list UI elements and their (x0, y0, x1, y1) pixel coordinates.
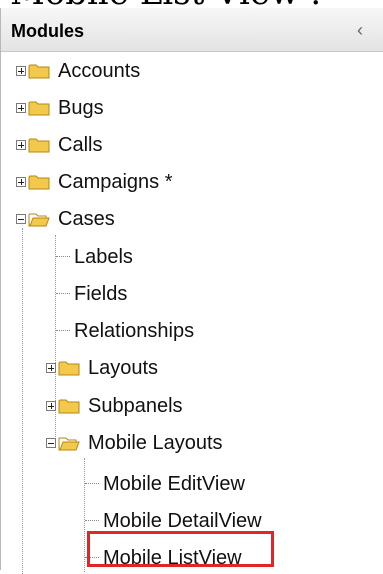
folder-icon (28, 175, 50, 190)
modules-panel: Modules ‹ Accounts Bugs Calls Campaigns … (0, 8, 383, 574)
tree-connector (85, 483, 99, 485)
tree-node-label: Accounts (58, 60, 141, 82)
tree-node-accounts[interactable]: Accounts (16, 56, 140, 86)
collapse-icon[interactable] (16, 214, 26, 224)
expand-icon[interactable] (46, 401, 56, 411)
highlight-box (87, 531, 274, 567)
tree-connector (85, 520, 99, 522)
tree-node-mobile-editview[interactable]: Mobile EditView (85, 469, 245, 499)
tree-node-fields[interactable]: Fields (56, 279, 127, 309)
tree-node-label: Subpanels (88, 395, 183, 417)
tree-node-mobile-layouts[interactable]: Mobile Layouts (46, 428, 223, 458)
expand-icon[interactable] (16, 103, 26, 113)
tree-node-label: Bugs (58, 97, 104, 119)
open-folder-icon (58, 437, 80, 451)
expand-icon[interactable] (16, 66, 26, 76)
folder-icon (28, 64, 50, 79)
expand-icon[interactable] (16, 177, 26, 187)
tree-node-label: Mobile Layouts (88, 432, 223, 454)
tree-node-labels[interactable]: Labels (56, 242, 133, 272)
tree-connector (56, 330, 70, 332)
tree-connector (56, 293, 70, 295)
folder-icon (28, 101, 50, 116)
tree-node-bugs[interactable]: Bugs (16, 93, 104, 123)
tree-node-label: Campaigns * (58, 171, 173, 193)
module-tree: Accounts Bugs Calls Campaigns * Cases La… (1, 8, 383, 574)
expand-icon[interactable] (16, 140, 26, 150)
collapse-icon[interactable] (46, 438, 56, 448)
tree-node-calls[interactable]: Calls (16, 130, 102, 160)
tree-node-label: Calls (58, 134, 103, 156)
tree-node-cases[interactable]: Cases (16, 204, 115, 234)
tree-node-layouts[interactable]: Layouts (46, 353, 158, 383)
tree-node-campaigns[interactable]: Campaigns * (16, 167, 173, 197)
tree-node-label: Fields (74, 283, 128, 305)
open-folder-icon (28, 213, 50, 227)
folder-icon (28, 138, 50, 153)
tree-node-label: Mobile EditView (103, 473, 245, 495)
folder-icon (58, 399, 80, 414)
tree-node-subpanels[interactable]: Subpanels (46, 391, 183, 421)
expand-icon[interactable] (46, 363, 56, 373)
tree-node-label: Labels (74, 246, 133, 268)
tree-node-label: Relationships (74, 320, 195, 342)
folder-icon (58, 361, 80, 376)
tree-node-label: Layouts (88, 357, 159, 379)
tree-guide-line (22, 228, 23, 574)
tree-node-label: Cases (58, 208, 115, 230)
tree-connector (56, 256, 70, 258)
tree-node-relationships[interactable]: Relationships (56, 316, 194, 346)
